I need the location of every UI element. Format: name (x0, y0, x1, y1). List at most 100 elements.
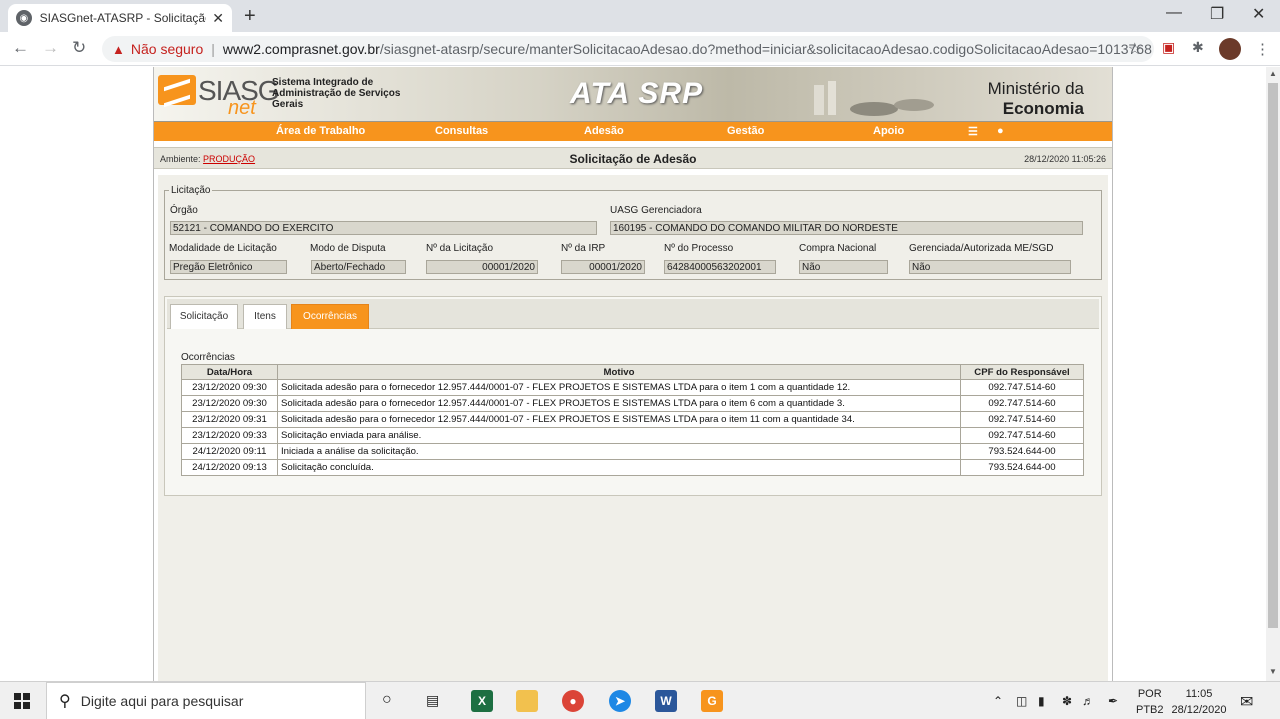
notification-icon[interactable]: ✉ (1240, 692, 1253, 712)
disputa-label: Modo de Disputa (310, 243, 386, 254)
minimize-icon[interactable]: — (1166, 4, 1182, 22)
url-host: www2.comprasnet.gov.br (222, 41, 380, 57)
cars-illustration (814, 81, 934, 116)
processo-label: Nº do Processo (664, 243, 734, 254)
environment-bar: Ambiente: PRODUÇÃO Solicitação de Adesão… (154, 147, 1112, 169)
bookmark-star-icon[interactable]: ☆ (1128, 39, 1142, 59)
scroll-up-icon[interactable]: ▲ (1269, 69, 1277, 78)
table-row: 23/12/2020 09:30 Solicitada adesão para … (181, 395, 1084, 412)
cell-data-hora: 23/12/2020 09:31 (181, 411, 278, 428)
tab-solicitacao[interactable]: Solicitação (170, 304, 238, 329)
num-licitacao-label: Nº da Licitação (426, 243, 494, 254)
tray-chevron-icon[interactable]: ⌃ (993, 694, 1003, 708)
logo-net: net (228, 97, 256, 119)
processo-field: 64284000563202001 (664, 260, 776, 274)
pen-icon[interactable]: ✒ (1108, 694, 1118, 708)
menu-kebab-icon[interactable]: ⋮ (1255, 40, 1270, 58)
language-indicator[interactable]: POR PTB2 (1136, 686, 1164, 718)
num-licitacao-field: 00001/2020 (426, 260, 538, 274)
cell-data-hora: 23/12/2020 09:33 (181, 427, 278, 444)
cell-motivo: Solicitada adesão para o fornecedor 12.9… (277, 379, 961, 396)
col-cpf: CPF do Responsável (960, 364, 1084, 380)
ocorrencias-table: Data/Hora Motivo CPF do Responsável 23/1… (181, 364, 1084, 476)
product-title: ATA SRP (570, 77, 704, 110)
chrome-icon[interactable]: ● (562, 690, 584, 712)
num-irp-field: 00001/2020 (561, 260, 645, 274)
ministry-label: Ministério da Economia (988, 79, 1084, 119)
table-row: 23/12/2020 09:33 Solicitação enviada par… (181, 427, 1084, 444)
hamburger-icon[interactable]: ☰ (968, 125, 978, 138)
modalidade-field: Pregão Eletrônico (170, 260, 287, 274)
wifi-icon[interactable]: ✽ (1062, 694, 1072, 708)
file-explorer-icon[interactable] (516, 690, 538, 712)
windows-start-icon[interactable] (14, 693, 30, 709)
task-view-icon[interactable]: ▤ (426, 692, 439, 709)
search-placeholder: Digite aqui para pesquisar (80, 693, 244, 709)
url-path: /siasgnet-atasrp/secure/manterSolicitaca… (379, 41, 1152, 57)
system-name: Sistema Integrado de Administração de Se… (272, 77, 401, 110)
clock-date: 28/12/2020 (1171, 704, 1227, 716)
app-icon[interactable]: ➤ (609, 690, 631, 712)
excel-icon[interactable]: X (471, 690, 493, 712)
taskbar-clock[interactable]: 11:05 28/12/2020 (1170, 686, 1228, 718)
page-title: Solicitação de Adesão (569, 152, 697, 166)
reload-icon[interactable]: ↻ (72, 38, 86, 58)
ministry-line2: Economia (1002, 99, 1084, 118)
extension-icon[interactable]: ▣ (1162, 39, 1175, 56)
close-window-icon[interactable]: ✕ (1252, 4, 1265, 24)
new-tab-icon[interactable]: + (244, 5, 256, 28)
close-tab-icon[interactable]: ✕ (212, 10, 224, 27)
col-motivo: Motivo (277, 364, 961, 380)
not-secure-label[interactable]: Não seguro (131, 41, 203, 57)
menu-adesao[interactable]: Adesão (584, 125, 624, 137)
siasg-logo-mark (158, 75, 196, 105)
cell-cpf: 092.747.514-60 (960, 379, 1084, 396)
profile-avatar[interactable] (1219, 38, 1241, 60)
windows-taskbar: ⚲ Digite aqui para pesquisar ○ ▤ X ● ➤ W… (0, 681, 1280, 719)
licitacao-legend: Licitação (171, 185, 211, 196)
browser-tabstrip: ◉ SIASGnet-ATASRP - Solicitação de Adesã… (0, 0, 1280, 32)
volume-icon[interactable]: ♬ (1082, 694, 1094, 708)
modalidade-label: Modalidade de Licitação (169, 243, 277, 254)
table-row: 24/12/2020 09:11 Iniciada a análise da s… (181, 443, 1084, 460)
uasg-field: 160195 - COMANDO DO COMANDO MILITAR DO N… (610, 221, 1083, 235)
back-icon[interactable]: ← (12, 38, 29, 58)
battery-icon[interactable]: ▮ (1038, 694, 1045, 708)
app-frame: SIASG net Sistema Integrado de Administr… (153, 67, 1113, 681)
globe-icon: ◉ (16, 10, 32, 26)
menu-gestao[interactable]: Gestão (727, 125, 764, 137)
cell-data-hora: 23/12/2020 09:30 (181, 379, 278, 396)
restore-icon[interactable]: ❐ (1210, 4, 1224, 24)
taskbar-search[interactable]: ⚲ Digite aqui para pesquisar (46, 682, 366, 719)
siasg-app-icon[interactable]: G (701, 690, 723, 712)
word-icon[interactable]: W (655, 690, 677, 712)
tray-device-icon[interactable]: ◫ (1016, 694, 1027, 708)
menu-apoio[interactable]: Apoio (873, 125, 904, 137)
user-icon[interactable]: ● (997, 125, 1004, 137)
address-bar[interactable]: ▲ Não seguro | www2.comprasnet.gov.br /s… (102, 36, 1154, 62)
forward-icon[interactable]: → (42, 38, 59, 58)
compra-nacional-label: Compra Nacional (799, 243, 877, 254)
col-data-hora: Data/Hora (181, 364, 278, 380)
browser-tab[interactable]: ◉ SIASGnet-ATASRP - Solicitação de Adesã… (8, 4, 232, 32)
menu-area-trabalho[interactable]: Área de Trabalho (276, 125, 365, 137)
scroll-down-icon[interactable]: ▼ (1269, 667, 1277, 676)
language-line1: POR (1137, 688, 1162, 700)
page-scrollbar[interactable]: ▲ ▼ (1266, 67, 1280, 681)
scrollbar-thumb[interactable] (1268, 83, 1278, 628)
ministry-line1: Ministério da (987, 79, 1084, 98)
tab-ocorrencias[interactable]: Ocorrências (291, 304, 369, 329)
cell-data-hora: 24/12/2020 09:11 (181, 443, 278, 460)
cell-data-hora: 23/12/2020 09:30 (181, 395, 278, 412)
cell-cpf: 793.524.644-00 (960, 459, 1084, 476)
orgao-label: Órgão (170, 205, 198, 216)
puzzle-icon[interactable]: ✱ (1192, 39, 1204, 56)
clock-time: 11:05 (1185, 688, 1213, 700)
tab-itens[interactable]: Itens (243, 304, 287, 329)
cortana-icon[interactable]: ○ (382, 691, 392, 709)
main-menu: Área de Trabalho Consultas Adesão Gestão… (154, 122, 1112, 141)
menu-consultas[interactable]: Consultas (435, 125, 488, 137)
cell-cpf: 092.747.514-60 (960, 427, 1084, 444)
num-irp-label: Nº da IRP (561, 243, 606, 254)
licitacao-fieldset: Licitação Órgão 52121 - COMANDO DO EXERC… (164, 185, 1102, 280)
